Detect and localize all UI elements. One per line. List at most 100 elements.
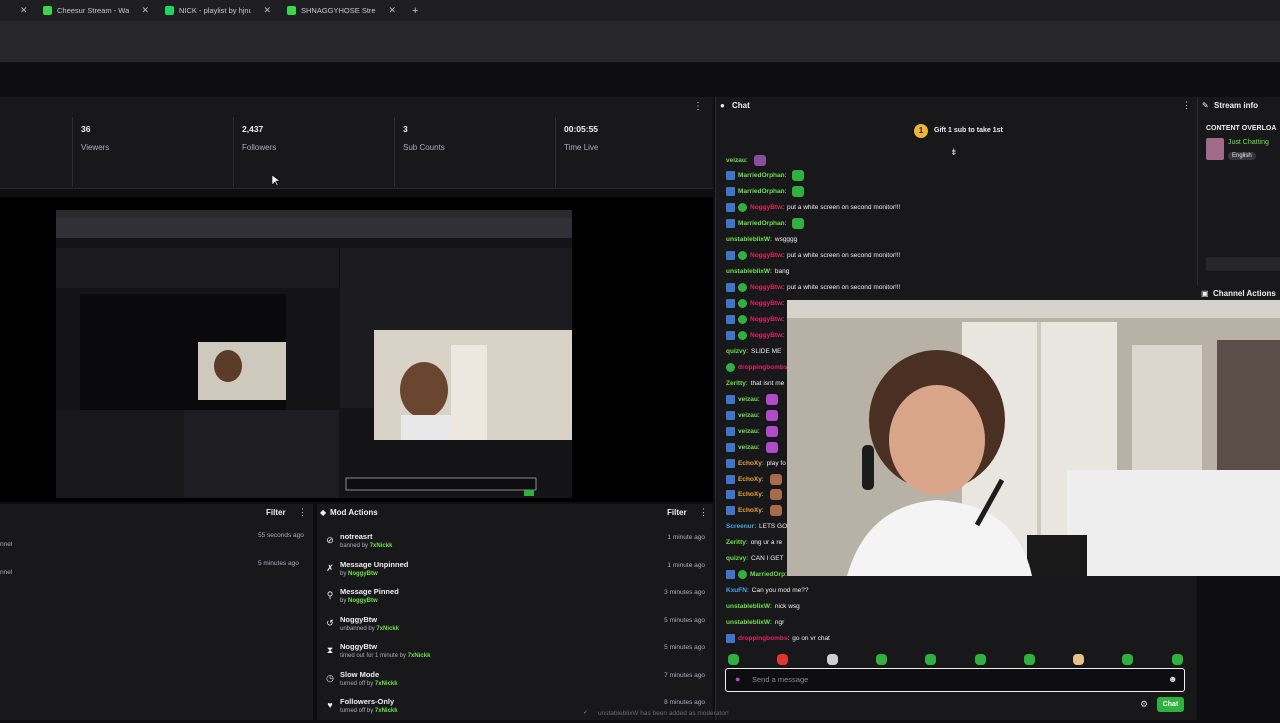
emote-icon[interactable] (974, 654, 986, 665)
chat-username[interactable]: KxuFN (726, 587, 747, 594)
emote-icon[interactable] (1023, 654, 1035, 665)
chat-settings-gear-icon[interactable]: ⚙ (1140, 699, 1148, 710)
chat-username[interactable]: quizvy (726, 348, 746, 355)
mod-action-moderator[interactable]: 7xNickk (375, 708, 398, 714)
mod-action-title: Followers-Only (340, 697, 395, 706)
tab-close-icon[interactable]: ✕ (388, 5, 396, 16)
mod-action-detail: by NoggyBtw (340, 571, 378, 577)
activity-menu-icon[interactable]: ⋮ (298, 507, 307, 518)
mic-icon[interactable]: ● (735, 674, 740, 684)
chat-username[interactable]: veizau (738, 428, 758, 435)
mod-action-row[interactable]: ⚲ Message Pinned by NoggyBtw 3 minutes ago (317, 586, 713, 613)
emote-icon[interactable] (875, 654, 887, 665)
chat-username[interactable]: veizau (738, 444, 758, 451)
chat-message: NoggyBtw: (726, 329, 787, 341)
mod-menu-icon[interactable]: ⋮ (699, 507, 708, 518)
browser-tab[interactable]: Cheesur Stream - Watch Live o ✕ (35, 0, 157, 21)
chat-username[interactable]: NoggyBtw (750, 204, 782, 211)
chat-username[interactable]: quizvy (726, 555, 746, 562)
chat-menu-icon[interactable]: ⋮ (1182, 100, 1191, 111)
browser-tab[interactable]: SHNAGGYHOSE Stream - Watc ✕ (279, 0, 404, 21)
scroll-down-icon[interactable]: ⇟ (950, 147, 958, 158)
chat-message: KxuFN: Can you mod me?? (726, 585, 809, 597)
browser-tab[interactable]: or✕ (0, 0, 35, 21)
chat-username[interactable]: NoggyBtw (750, 332, 782, 339)
emote-icon[interactable] (826, 654, 838, 665)
mod-action-row[interactable]: ⧗ NoggyBtw timed out for 1 minute by 7xNic… (317, 641, 713, 668)
chat-username[interactable]: EchoXy (738, 507, 762, 514)
gift-sub-banner[interactable]: Gift 1 sub to take 1st (934, 127, 1003, 134)
chat-username[interactable]: unstableblixW (726, 603, 770, 610)
chat-username[interactable]: NoggyBtw (750, 284, 782, 291)
chat-username[interactable]: veizau (738, 412, 758, 419)
chat-username[interactable]: NoggyBtw (750, 252, 782, 259)
new-tab-button[interactable]: + (404, 0, 426, 21)
browser-tab[interactable]: NICK - playlist by hjnuAJENWF ✕ (157, 0, 279, 21)
chat-username[interactable]: Zeritty (726, 380, 746, 387)
tab-close-icon[interactable]: ✕ (20, 5, 28, 16)
stream-info-field[interactable] (1206, 257, 1280, 271)
chat-username[interactable]: unstableblixW (726, 268, 770, 275)
chat-username[interactable]: MarriedOrphan (738, 188, 785, 195)
chat-message: veizau: (726, 425, 778, 437)
chat-username[interactable]: MarriedOrp (750, 571, 785, 578)
chat-username[interactable]: Zeritty (726, 539, 746, 546)
category-thumbnail[interactable] (1206, 138, 1224, 160)
mod-action-row[interactable]: ✗ Message Unpinned by NoggyBtw 1 minute ago (317, 559, 713, 586)
chat-username[interactable]: droppingbombs (738, 364, 787, 371)
mod-action-row[interactable]: ⊘ notreasrt banned by 7xNickk 1 minute ago (317, 531, 713, 558)
stats-menu-icon[interactable]: ⋮ (693, 101, 703, 112)
prime-badge-icon (726, 490, 735, 500)
chat-username[interactable]: NoggyBtw (750, 316, 782, 323)
chat-username[interactable]: EchoXy (738, 491, 762, 498)
mod-action-time: 7 minutes ago (664, 671, 705, 679)
mod-action-moderator[interactable]: 7xNickk (375, 681, 398, 687)
chat-username[interactable]: MarriedOrphan (738, 172, 785, 179)
emote-icon[interactable] (1171, 654, 1183, 665)
category-link[interactable]: Just Chatting (1228, 139, 1269, 146)
emote-icon[interactable] (925, 654, 937, 665)
emote-icon[interactable] (728, 654, 739, 665)
chat-username[interactable]: EchoXy (738, 460, 762, 467)
mod-action-moderator[interactable]: 7xNickk (408, 653, 431, 659)
mod-filter-button[interactable]: Filter (667, 508, 687, 517)
chat-username[interactable]: unstableblixW (726, 619, 770, 626)
activity-filter-button[interactable]: Filter (266, 508, 286, 517)
chat-username[interactable]: MarriedOrphan (738, 220, 785, 227)
chat-username[interactable]: veizau (726, 157, 746, 164)
chat-username[interactable]: NoggyBtw (750, 300, 782, 307)
chat-username[interactable]: unstableblixW (726, 236, 770, 243)
language-tag[interactable]: English (1228, 152, 1256, 160)
chat-input-box[interactable]: ● Send a message ☻ (725, 668, 1185, 692)
chat-text: bang (774, 268, 790, 276)
tab-close-icon[interactable]: ✕ (263, 5, 271, 16)
timeout-icon: ⧗ (326, 645, 334, 655)
chat-username[interactable]: Screenur (726, 523, 754, 530)
chat-text: wsgggg (774, 236, 798, 244)
slow-mode-icon: ◷ (326, 672, 334, 683)
emote-icon[interactable] (1122, 654, 1134, 665)
chat-text: that isnt me (750, 379, 785, 387)
mod-action-moderator[interactable]: NoggyBtw (348, 571, 378, 577)
mod-action-moderator[interactable]: 7xNickk (376, 626, 399, 632)
send-chat-button[interactable]: Chat (1157, 697, 1184, 712)
unpin-icon: ✗ (326, 562, 334, 573)
chat-colon: : (784, 188, 787, 196)
chat-colon: : (782, 331, 784, 339)
chat-emote-icon (769, 505, 782, 517)
chat-emote-icon (753, 154, 766, 166)
chat-input[interactable]: Send a message (752, 675, 808, 684)
emoji-icon[interactable]: ☻ (1168, 674, 1177, 684)
chat-username[interactable]: EchoXy (738, 476, 762, 483)
chat-colon: : (746, 587, 749, 595)
stat-label: Viewers (81, 143, 110, 152)
mod-action-row[interactable]: ◷ Slow Mode turned off by 7xNickk 7 minutes… (317, 669, 713, 696)
mod-action-moderator[interactable]: NoggyBtw (348, 598, 378, 604)
emote-icon[interactable] (1073, 654, 1085, 665)
mod-action-moderator[interactable]: 7xNickk (370, 543, 393, 549)
chat-username[interactable]: droppingbombs (738, 635, 787, 642)
chat-username[interactable]: veizau (738, 396, 758, 403)
tab-close-icon[interactable]: ✕ (141, 5, 149, 16)
mod-action-row[interactable]: ↺ NoggyBtw unbanned by 7xNickk 5 minutes ag… (317, 614, 713, 641)
emote-icon[interactable] (777, 654, 789, 665)
